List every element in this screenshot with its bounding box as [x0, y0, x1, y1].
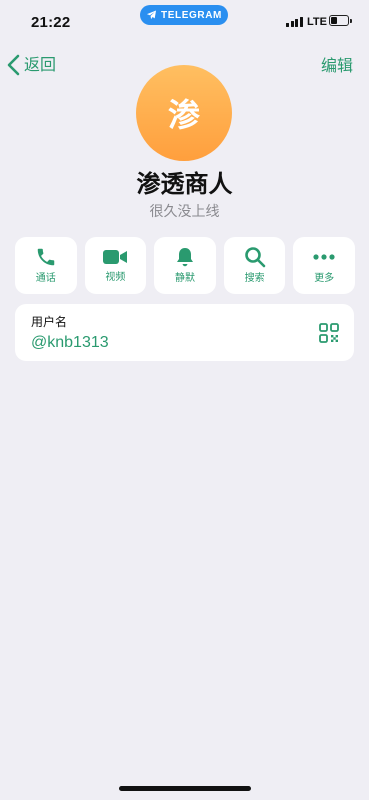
battery-cap: [350, 18, 352, 23]
avatar-initial: 渗: [167, 96, 200, 134]
call-button-label: 通话: [35, 273, 56, 284]
network-type: LTE: [307, 16, 327, 28]
profile-name: 渗透商人: [136, 170, 233, 198]
avatar[interactable]: 渗: [136, 65, 232, 161]
mute-button-label: 静默: [174, 273, 195, 284]
search-button[interactable]: 搜索: [223, 237, 286, 294]
telegram-pill-label: TELEGRAM: [161, 9, 222, 21]
battery-level: [331, 17, 337, 24]
video-icon: [103, 250, 128, 264]
home-indicator[interactable]: [119, 786, 251, 791]
last-seen-status: 很久没上线: [149, 204, 220, 220]
more-icon: [313, 254, 335, 260]
telegram-pill[interactable]: TELEGRAM: [140, 5, 228, 25]
battery-icon: [329, 15, 349, 26]
video-button[interactable]: 视频: [84, 237, 147, 294]
username-value[interactable]: @knb1313: [31, 332, 109, 354]
edit-button[interactable]: 编辑: [321, 55, 353, 77]
username-card: 用户名 @knb1313: [15, 304, 354, 361]
qr-code-icon[interactable]: [319, 323, 339, 343]
chevron-left-icon: [7, 54, 20, 76]
search-button-label: 搜索: [244, 273, 265, 284]
action-buttons: 通话 视频 静默 搜索 更多: [15, 237, 355, 294]
more-button-label: 更多: [314, 273, 335, 284]
call-button[interactable]: 通话: [15, 237, 77, 294]
more-button[interactable]: 更多: [293, 237, 355, 294]
cellular-signal-icon: [286, 17, 303, 27]
video-button-label: 视频: [105, 272, 126, 283]
status-bar: 21:22 TELEGRAM LTE: [0, 0, 369, 36]
back-button[interactable]: 返回: [7, 54, 56, 76]
phone-icon: [37, 248, 55, 266]
status-time: 21:22: [31, 14, 71, 31]
bell-icon: [176, 248, 193, 267]
username-label: 用户名: [31, 315, 68, 329]
search-icon: [244, 247, 265, 268]
mute-button[interactable]: 静默: [154, 237, 216, 294]
telegram-icon: [146, 10, 157, 20]
back-button-label: 返回: [24, 55, 57, 74]
